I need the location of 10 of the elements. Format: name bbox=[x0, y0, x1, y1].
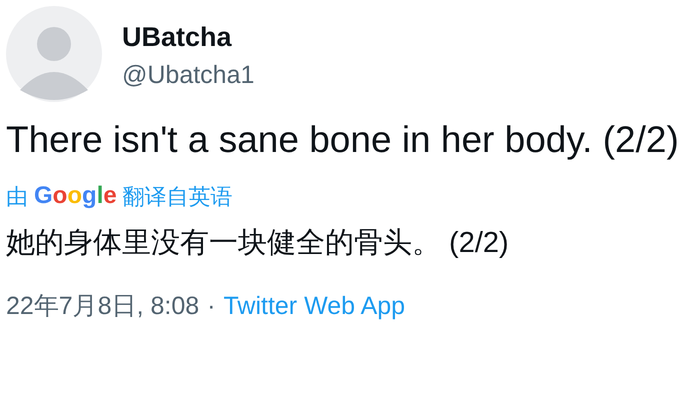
author-name: UBatcha bbox=[122, 24, 233, 51]
translated-by-label: 由 bbox=[6, 182, 28, 210]
source-link[interactable]: Twitter Web App bbox=[224, 288, 406, 326]
translated-from-link[interactable]: 翻译自英语 bbox=[122, 180, 233, 212]
tweet-text: There isn't a sane bone in her body. (2/2) bbox=[6, 118, 680, 162]
google-logo: Google bbox=[34, 181, 117, 211]
translated-text: 她的身体里没有一块健全的骨头。 (2/2) bbox=[6, 226, 510, 261]
timestamp: 22年7月8日, 8:08 bbox=[6, 291, 200, 322]
author-handle: @Ubatcha1 bbox=[122, 63, 254, 88]
separator-dot: · bbox=[207, 291, 216, 322]
